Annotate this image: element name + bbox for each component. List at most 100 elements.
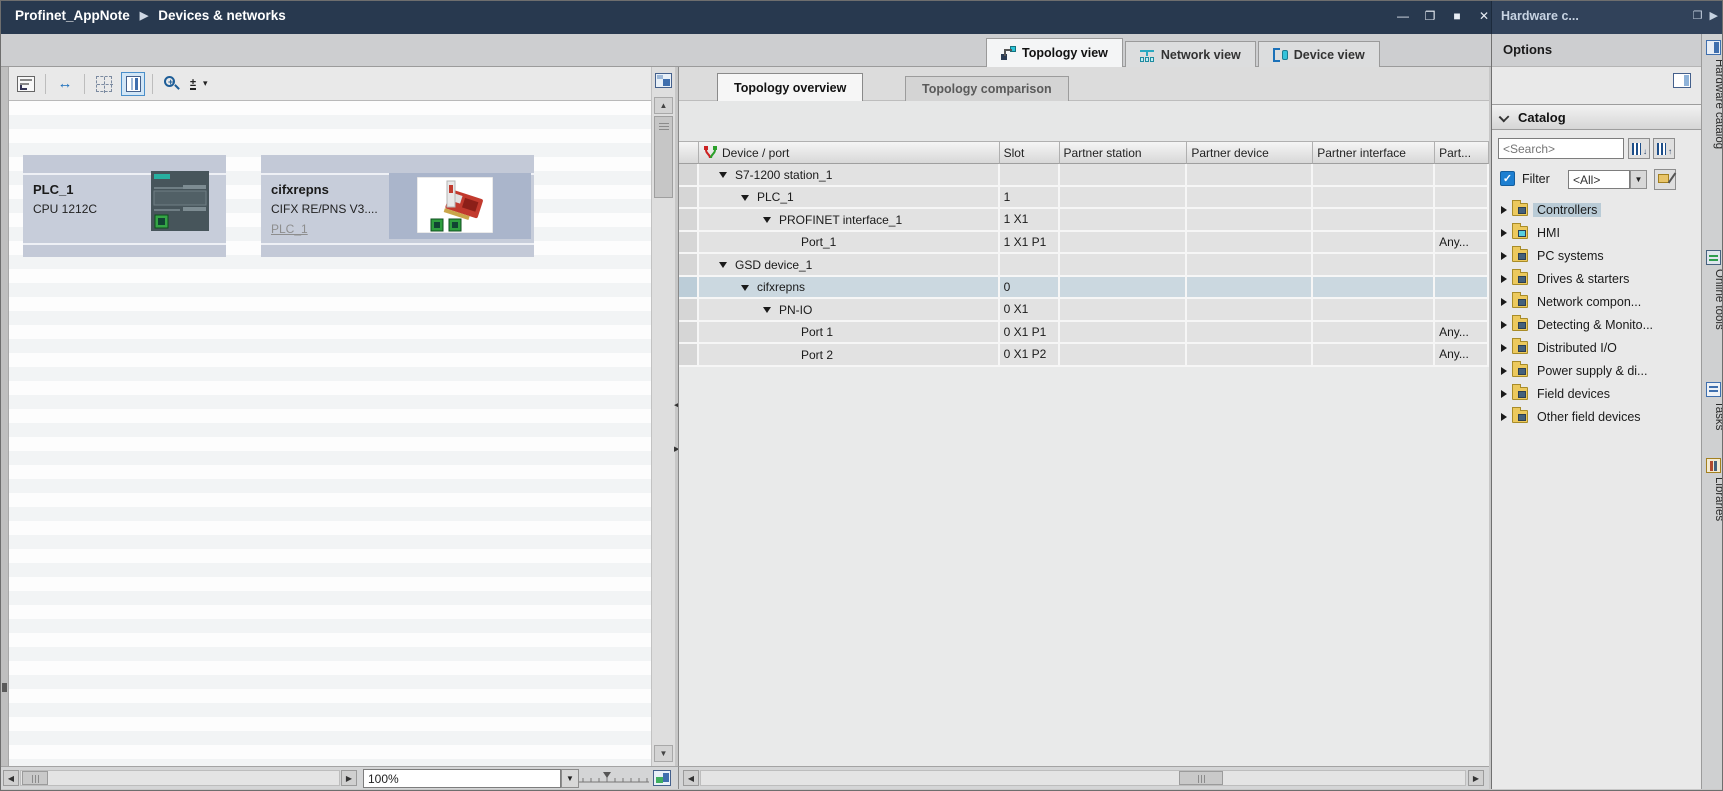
catalog-item-hmi[interactable]: HMI	[1492, 222, 1701, 245]
table-hscroll-track[interactable]	[700, 770, 1466, 786]
maximize-button[interactable]: ■	[1448, 7, 1466, 25]
side-tab-online-tools[interactable]: Online tools	[1702, 250, 1723, 330]
search-up-button[interactable]: ↑	[1653, 138, 1675, 159]
table-row-port-1[interactable]: Port_11 X1 P1Any...	[679, 232, 1489, 255]
hscroll-thumb[interactable]	[22, 771, 48, 785]
tab-topology-view[interactable]: Topology view	[986, 38, 1123, 67]
zoom-slider[interactable]	[579, 771, 649, 786]
table-hscroll-right-button[interactable]: ▶	[1468, 770, 1484, 786]
catalog-item-detecting-monito[interactable]: Detecting & Monito...	[1492, 314, 1701, 337]
table-hscroll-left-button[interactable]: ◀	[683, 770, 699, 786]
expand-arrow-icon[interactable]	[1501, 275, 1507, 283]
cifx-card-image[interactable]	[417, 177, 493, 233]
assigned-controller-link[interactable]: PLC_1	[271, 222, 308, 236]
table-row-port-2[interactable]: Port 20 X1 P2Any...	[679, 344, 1489, 367]
zoom-button[interactable]: +	[160, 72, 184, 96]
hscroll-right-button[interactable]: ▶	[341, 770, 357, 786]
expander-icon[interactable]	[741, 285, 749, 291]
column-header-device-port[interactable]: Device / port	[699, 141, 1000, 164]
expand-arrow-icon[interactable]	[1501, 367, 1507, 375]
scroll-up-button[interactable]: ▲	[654, 97, 673, 114]
expand-arrow-icon[interactable]	[1501, 344, 1507, 352]
device-name[interactable]: cifxrepns	[271, 182, 329, 197]
side-tab-libraries[interactable]: Libraries	[1702, 458, 1723, 521]
panel-toggle-icon[interactable]	[1673, 73, 1691, 88]
filter-checkbox[interactable]: ✓	[1500, 171, 1515, 186]
table-hscroll-thumb[interactable]	[1179, 771, 1223, 785]
float-panel-icon[interactable]: ❐	[1693, 9, 1703, 22]
zoom-plus-minus-icon[interactable]: ±	[190, 78, 196, 90]
column-header-part[interactable]: Part...	[1435, 141, 1489, 164]
catalog-item-pc-systems[interactable]: PC systems	[1492, 245, 1701, 268]
column-header-partner-interface[interactable]: Partner interface	[1313, 141, 1435, 164]
plc-device-image[interactable]	[149, 169, 213, 235]
device-box-plc1[interactable]: PLC_1 CPU 1212C	[23, 155, 226, 257]
expand-arrow-icon[interactable]	[1501, 413, 1507, 421]
side-tab-tasks[interactable]: Tasks	[1702, 382, 1723, 430]
expand-arrow-icon[interactable]	[1501, 390, 1507, 398]
expand-arrow-icon[interactable]	[1501, 206, 1507, 214]
expand-arrow-icon[interactable]	[1501, 229, 1507, 237]
catalog-item-controllers[interactable]: Controllers	[1492, 199, 1701, 222]
search-down-button[interactable]: ↓	[1628, 138, 1650, 159]
zoom-dropdown-button[interactable]: ▼	[561, 769, 579, 788]
tab-topology-overview[interactable]: Topology overview	[717, 73, 863, 101]
breadcrumb-page[interactable]: Devices & networks	[158, 8, 286, 23]
table-row-profinet-interface-1[interactable]: PROFINET interface_11 X1	[679, 209, 1489, 232]
catalog-item-label: Detecting & Monito...	[1533, 318, 1657, 332]
search-input[interactable]	[1498, 138, 1624, 159]
expand-arrow-icon[interactable]	[1501, 298, 1507, 306]
partner-port-cell	[1435, 164, 1489, 187]
expander-icon[interactable]	[741, 195, 749, 201]
expander-icon[interactable]	[763, 217, 771, 223]
topology-canvas[interactable]: PLC_1 CPU 1212C cifxrepns	[9, 101, 651, 766]
minimize-button[interactable]: —	[1394, 7, 1412, 25]
hscroll-track[interactable]	[20, 770, 340, 786]
restore-button[interactable]: ❐	[1421, 7, 1439, 25]
expander-icon[interactable]	[719, 172, 727, 178]
collapse-panel-icon[interactable]: ▶	[1710, 9, 1718, 22]
profile-button[interactable]	[1654, 169, 1676, 190]
filter-select-value[interactable]: <All>	[1568, 170, 1630, 189]
expand-arrow-icon[interactable]	[1501, 321, 1507, 329]
catalog-item-drives-starters[interactable]: Drives & starters	[1492, 268, 1701, 291]
catalog-item-distributed-i-o[interactable]: Distributed I/O	[1492, 337, 1701, 360]
split-editor-icon[interactable]	[655, 73, 672, 88]
catalog-item-other-field-devices[interactable]: Other field devices	[1492, 406, 1701, 429]
expander-icon[interactable]	[719, 262, 727, 268]
grid-options-button[interactable]	[92, 72, 116, 96]
tab-topology-comparison[interactable]: Topology comparison	[905, 76, 1069, 101]
table-row-pn-io[interactable]: PN-IO0 X1	[679, 299, 1489, 322]
page-layout-button[interactable]	[121, 72, 145, 96]
column-header-partner-station[interactable]: Partner station	[1060, 141, 1188, 164]
catalog-item-power-supply-di[interactable]: Power supply & di...	[1492, 360, 1701, 383]
table-row-port-1[interactable]: Port 10 X1 P1Any...	[679, 322, 1489, 345]
column-header-slot[interactable]: Slot	[1000, 141, 1060, 164]
column-header-partner-device[interactable]: Partner device	[1187, 141, 1313, 164]
scroll-down-button[interactable]: ▼	[654, 745, 673, 762]
table-row-cifxrepns[interactable]: cifxrepns0	[679, 277, 1489, 300]
table-row-s7-1200-station-1[interactable]: S7-1200 station_1	[679, 164, 1489, 187]
hscroll-left-button[interactable]: ◀	[3, 770, 19, 786]
catalog-item-field-devices[interactable]: Field devices	[1492, 383, 1701, 406]
side-tab-hardware-catalog[interactable]: Hardware catalog	[1702, 40, 1723, 149]
table-row-plc-1[interactable]: PLC_11	[679, 187, 1489, 210]
fit-to-view-button[interactable]	[653, 770, 671, 786]
show-names-button[interactable]	[14, 72, 38, 96]
tab-device-view[interactable]: Device view	[1258, 41, 1380, 67]
zoom-slider-handle[interactable]	[603, 772, 611, 778]
device-name[interactable]: PLC_1	[33, 182, 73, 197]
catalog-section-header[interactable]: Catalog	[1492, 104, 1701, 130]
filter-dropdown-button[interactable]: ▼	[1630, 170, 1647, 189]
zoom-dropdown-caret-icon[interactable]: ▾	[203, 78, 208, 89]
adjust-width-button[interactable]: ↔	[53, 72, 77, 96]
tab-network-view[interactable]: Network view	[1125, 41, 1256, 67]
scrollbar-thumb[interactable]	[654, 116, 673, 198]
expand-arrow-icon[interactable]	[1501, 252, 1507, 260]
device-box-cifxrepns[interactable]: cifxrepns CIFX RE/PNS V3.... PLC_1	[261, 155, 534, 257]
expander-icon[interactable]	[763, 307, 771, 313]
table-row-gsd-device-1[interactable]: GSD device_1	[679, 254, 1489, 277]
catalog-item-network-compon[interactable]: Network compon...	[1492, 291, 1701, 314]
breadcrumb-project[interactable]: Profinet_AppNote	[15, 8, 130, 23]
zoom-level-input[interactable]	[363, 769, 561, 788]
